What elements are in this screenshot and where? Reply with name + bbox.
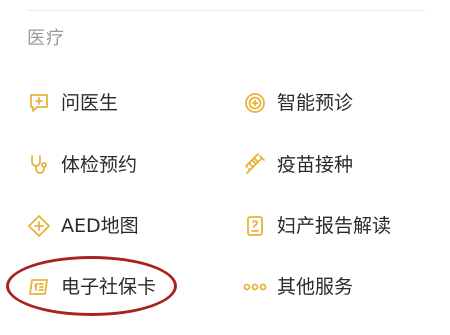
menu-item-other-services[interactable]: 其他服务 — [243, 272, 353, 302]
syringe-icon — [243, 153, 267, 177]
menu-item-label: 问医生 — [61, 92, 119, 114]
report-icon — [243, 214, 267, 238]
aed-map-icon — [27, 214, 51, 238]
menu-item-label: 智能预诊 — [277, 92, 354, 114]
menu-item-label: 疫苗接种 — [277, 154, 354, 176]
more-dots-icon — [243, 275, 267, 299]
section-title: 医疗 — [27, 28, 65, 49]
menu-item-label: 妇产报告解读 — [277, 215, 392, 237]
section-divider — [27, 10, 425, 11]
menu-item-checkup-booking[interactable]: 体检预约 — [27, 150, 137, 180]
social-security-card-icon — [27, 275, 51, 299]
menu-item-social-security-card[interactable]: 电子社保卡 — [27, 272, 156, 302]
menu-item-label: 体检预约 — [61, 154, 138, 176]
menu-item-label: 其他服务 — [277, 276, 354, 298]
menu-item-obstetric-report[interactable]: 妇产报告解读 — [243, 211, 391, 241]
smart-diagnosis-icon — [243, 91, 267, 115]
menu-item-ask-doctor[interactable]: 问医生 — [27, 88, 118, 118]
stethoscope-icon — [27, 153, 51, 177]
menu-item-vaccination[interactable]: 疫苗接种 — [243, 150, 353, 180]
menu-item-aed-map[interactable]: AED地图 — [27, 211, 139, 241]
menu-item-label: AED地图 — [61, 215, 139, 237]
menu-item-label: 电子社保卡 — [61, 276, 157, 298]
chat-doctor-icon — [27, 91, 51, 115]
menu-item-smart-diagnosis[interactable]: 智能预诊 — [243, 88, 353, 118]
